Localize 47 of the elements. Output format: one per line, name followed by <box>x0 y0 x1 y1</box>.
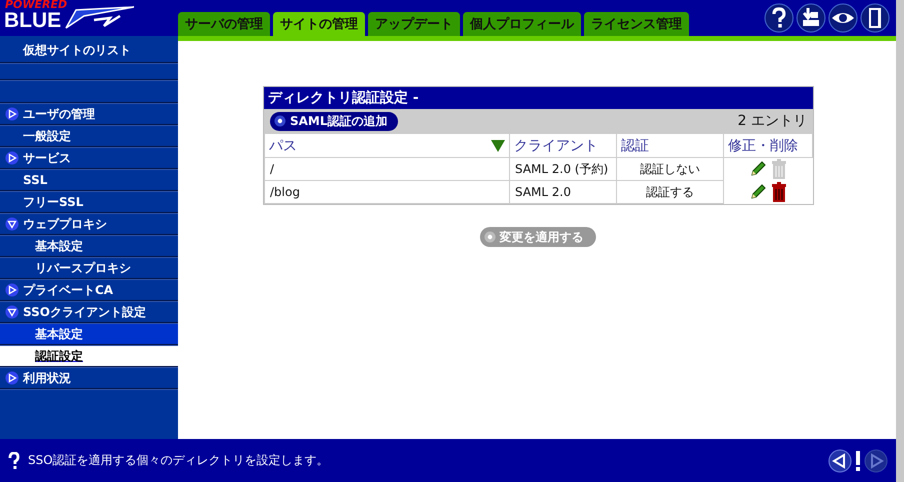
sidebar-item[interactable]: プライベートCA <box>0 280 178 301</box>
sidebar-item[interactable]: SSL <box>0 170 178 191</box>
status-message: SSO認証を適用する個々のディレクトリを設定します。 <box>28 452 329 469</box>
sidebar-item[interactable]: 一般設定 <box>0 126 178 147</box>
sidebar-item[interactable]: ウェブプロキシ <box>0 214 178 235</box>
sort-icon <box>491 140 505 152</box>
sidebar-item[interactable]: リバースプロキシ <box>0 258 178 279</box>
nav-tab[interactable]: サーバの管理 <box>178 12 270 36</box>
column-header[interactable]: パス <box>264 134 510 158</box>
sidebar-item[interactable]: 仮想サイトのリスト <box>0 38 178 63</box>
sidebar-item[interactable]: サービス <box>0 148 178 169</box>
nav-tab[interactable]: ライセンス管理 <box>584 12 689 36</box>
sidebar-item[interactable]: ユーザの管理 <box>0 104 178 125</box>
bullet-icon <box>484 231 496 243</box>
logo-tagline: POWERED <box>5 0 68 11</box>
back-icon[interactable] <box>828 448 852 472</box>
panel-title: ディレクトリ認証設定 - <box>264 87 813 109</box>
column-header[interactable]: クライアント <box>510 134 616 158</box>
sidebar-item[interactable]: 認証設定 <box>0 346 178 367</box>
table-cell: SAML 2.0 <box>510 180 616 204</box>
table-cell: 認証する <box>616 180 724 204</box>
table-cell: /blog <box>264 180 510 204</box>
table-cell: / <box>264 158 510 180</box>
column-header[interactable]: 修正・削除 <box>724 134 812 158</box>
pencil-icon[interactable] <box>749 160 768 178</box>
help-icon[interactable] <box>764 3 794 33</box>
add-saml-button[interactable]: SAML認証の追加 <box>270 112 398 130</box>
sidebar-item[interactable]: 基本設定 <box>0 324 178 345</box>
entry-count: 2 エントリ <box>738 112 807 130</box>
help-icon[interactable] <box>8 452 20 470</box>
nav-tab[interactable]: アップデート <box>368 12 460 36</box>
table-cell: 認証しない <box>616 158 724 180</box>
eye-icon[interactable] <box>828 3 858 33</box>
sidebar-item[interactable]: 基本設定 <box>0 236 178 257</box>
nav-tab[interactable]: 個人プロフィール <box>463 12 581 36</box>
sidebar-item[interactable]: SSOクライアント設定 <box>0 302 178 323</box>
pencil-icon[interactable] <box>749 182 768 200</box>
sidebar-item[interactable]: フリーSSL <box>0 192 178 213</box>
column-header[interactable]: 認証 <box>616 134 724 158</box>
trash-icon[interactable] <box>771 182 788 202</box>
alert-icon[interactable] <box>854 450 862 472</box>
logo-wordmark: BLUE <box>4 9 62 33</box>
bullet-icon <box>274 115 286 127</box>
import-icon[interactable] <box>796 3 826 33</box>
table-cell: SAML 2.0 (予約) <box>510 158 616 180</box>
nav-tab[interactable]: サイトの管理 <box>273 12 365 36</box>
sidebar-item[interactable]: 利用状況 <box>0 368 178 389</box>
